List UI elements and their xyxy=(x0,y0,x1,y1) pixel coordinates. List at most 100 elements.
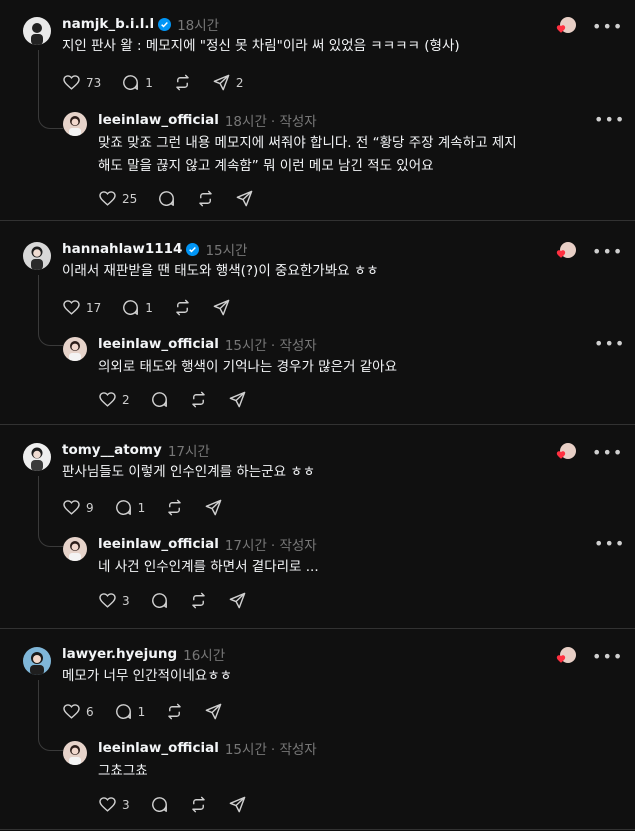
comment-icon xyxy=(115,704,131,719)
timestamp[interactable]: 17시간 xyxy=(168,440,210,460)
more-icon[interactable]: ••• xyxy=(594,334,625,353)
verified-badge-icon xyxy=(158,17,172,31)
timestamp[interactable]: 15시간 xyxy=(225,334,267,354)
timestamp[interactable]: 15시간 xyxy=(225,738,267,758)
share-button[interactable] xyxy=(228,591,247,610)
heart-icon xyxy=(63,300,80,315)
reply-button[interactable]: 1 xyxy=(121,73,153,92)
avatar[interactable] xyxy=(23,17,51,45)
like-button[interactable]: 3 xyxy=(98,591,130,610)
reply-text: 네 사건 인수인계를 하면서 곁다리로 ... xyxy=(98,556,319,579)
share-button[interactable]: 2 xyxy=(212,73,244,92)
like-button[interactable]: 9 xyxy=(62,498,94,517)
repost-icon xyxy=(176,74,189,91)
comment-icon xyxy=(123,300,139,315)
username[interactable]: hannahlaw1114 xyxy=(62,241,182,257)
reply-text: 그쵸그쵸 xyxy=(98,760,148,783)
timestamp[interactable]: 16시간 xyxy=(183,644,225,664)
more-icon[interactable]: ••• xyxy=(592,647,623,666)
author-badge: · 작성자 xyxy=(270,742,317,758)
avatar[interactable] xyxy=(63,337,87,361)
like-button[interactable]: 17 xyxy=(62,298,101,317)
share-count: 2 xyxy=(235,75,244,90)
heart-filled-icon xyxy=(556,451,566,459)
reply-button[interactable] xyxy=(150,795,169,814)
reply-count: 1 xyxy=(137,704,146,719)
comment-thread: lawyer.hyejung 16시간 ••• 메모가 너무 인간적이네요ㅎㅎ … xyxy=(0,629,635,830)
more-icon[interactable]: ••• xyxy=(594,534,625,553)
share-button[interactable] xyxy=(204,498,223,517)
thread-connector-line xyxy=(38,275,63,346)
repost-button[interactable] xyxy=(173,73,192,92)
username[interactable]: leeinlaw_official xyxy=(98,740,219,756)
username[interactable]: namjk_b.i.l.l xyxy=(62,16,154,32)
repost-button[interactable] xyxy=(189,390,208,409)
repost-icon xyxy=(191,391,205,408)
more-icon[interactable]: ••• xyxy=(592,443,623,462)
like-count: 3 xyxy=(122,593,130,608)
repost-button[interactable] xyxy=(196,189,215,208)
repost-button[interactable] xyxy=(165,498,184,517)
more-icon[interactable]: ••• xyxy=(592,242,623,261)
reply-text-line: 네 사건 인수인계를 하면서 곁다리로 ... xyxy=(98,559,319,575)
author-liked-indicator xyxy=(556,241,576,261)
like-count: 3 xyxy=(122,797,130,812)
username[interactable]: leeinlaw_official xyxy=(98,536,219,552)
repost-button[interactable] xyxy=(173,298,192,317)
reply-button[interactable] xyxy=(157,189,176,208)
reply-button[interactable]: 1 xyxy=(114,702,146,721)
reply-button[interactable] xyxy=(150,591,169,610)
heart-filled-icon xyxy=(556,250,566,258)
repost-icon xyxy=(199,190,213,207)
repost-button[interactable] xyxy=(189,591,208,610)
like-count: 73 xyxy=(86,75,102,90)
avatar[interactable] xyxy=(23,647,51,675)
thread-connector-line xyxy=(38,50,63,129)
share-button[interactable] xyxy=(204,702,223,721)
timestamp[interactable]: 15시간 xyxy=(205,239,247,259)
avatar[interactable] xyxy=(63,537,87,561)
timestamp[interactable]: 18시간 xyxy=(225,110,267,130)
like-button[interactable]: 3 xyxy=(98,795,130,814)
like-button[interactable]: 6 xyxy=(62,702,94,721)
avatar[interactable] xyxy=(23,242,51,270)
share-button[interactable] xyxy=(235,189,254,208)
share-button[interactable] xyxy=(228,390,247,409)
like-count: 17 xyxy=(86,300,102,315)
author-liked-indicator xyxy=(556,16,576,36)
heart-filled-icon xyxy=(556,655,566,663)
avatar[interactable] xyxy=(23,443,51,471)
reply-text-line: 그쵸그쵸 xyxy=(98,763,148,779)
more-icon[interactable]: ••• xyxy=(592,17,623,36)
comment-text: 메모가 너무 인간적이네요ㅎㅎ xyxy=(62,668,233,684)
comment-icon xyxy=(151,593,167,608)
reply-button[interactable]: 1 xyxy=(121,298,153,317)
repost-icon xyxy=(191,796,205,813)
like-button[interactable]: 25 xyxy=(98,189,137,208)
like-button[interactable]: 73 xyxy=(62,73,101,92)
share-icon xyxy=(205,703,222,720)
username[interactable]: leeinlaw_official xyxy=(98,336,219,352)
share-icon xyxy=(229,391,245,408)
reply-text-line: 맞죠 맞죠 그런 내용 메모지에 써줘야 합니다. 전 “황당 주장 계속하고 … xyxy=(98,135,517,151)
more-icon[interactable]: ••• xyxy=(594,110,625,129)
comment-text: 이래서 재판받을 땐 태도와 행색(?)이 중요한가봐요 ㅎㅎ xyxy=(62,263,379,279)
comment-thread: hannahlaw1114 15시간 ••• 이래서 재판받을 땐 태도와 행색… xyxy=(0,221,635,425)
username[interactable]: tomy__atomy xyxy=(62,442,162,458)
reply-text-line: 해도 말을 끊지 않고 계속함” 뭐 이런 메모 남긴 적도 있어요 xyxy=(98,158,434,174)
like-button[interactable]: 2 xyxy=(98,390,130,409)
timestamp[interactable]: 17시간 xyxy=(225,534,267,554)
comment-icon xyxy=(123,75,139,90)
reply-button[interactable] xyxy=(150,390,169,409)
reply-button[interactable]: 1 xyxy=(114,498,145,517)
username[interactable]: lawyer.hyejung xyxy=(62,646,177,662)
repost-button[interactable] xyxy=(189,795,208,814)
repost-button[interactable] xyxy=(165,702,184,721)
timestamp[interactable]: 18시간 xyxy=(177,14,219,34)
avatar[interactable] xyxy=(63,741,87,765)
heart-icon xyxy=(99,191,116,206)
username[interactable]: leeinlaw_official xyxy=(98,112,219,128)
avatar[interactable] xyxy=(63,112,87,136)
share-button[interactable] xyxy=(228,795,247,814)
share-button[interactable] xyxy=(212,298,231,317)
